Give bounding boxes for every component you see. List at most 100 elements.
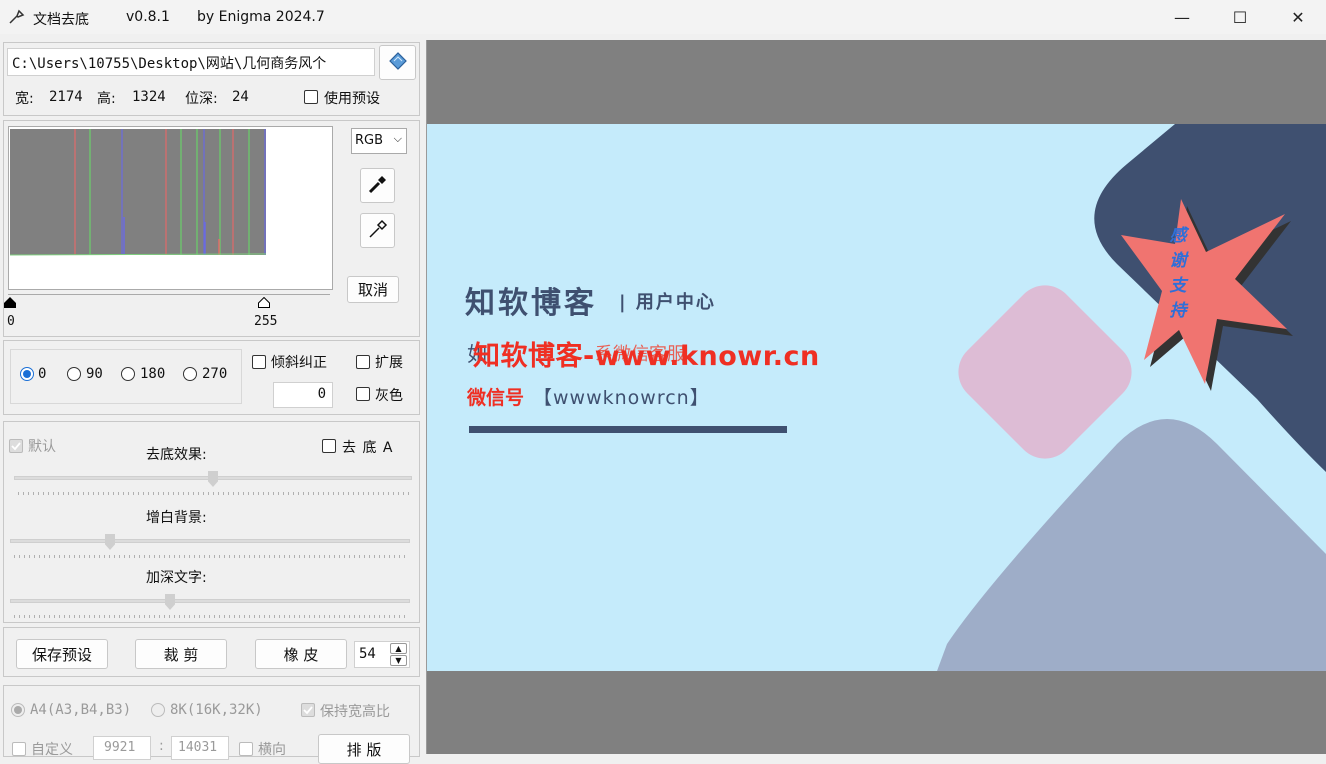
thanks-badge: 感谢支持: [1169, 226, 1187, 321]
close-icon: ✕: [1291, 7, 1305, 27]
whiten-label: 增白背景:: [146, 510, 207, 526]
height-label: 高:: [97, 91, 116, 107]
rotate-0-radio[interactable]: [20, 367, 34, 381]
arrow-up-icon: ▲: [395, 644, 402, 653]
rotation-group: 0 90 180 270 倾斜纠正 扩展 0 灰色: [3, 340, 420, 415]
file-group: C:\Users\10755\Desktop\网站\几何商务风个 宽: 2174…: [3, 42, 420, 116]
keep-ratio-checkbox[interactable]: [301, 703, 315, 717]
preview-brand: 知软博客: [465, 286, 597, 321]
spin-down-button[interactable]: ▼: [390, 655, 407, 666]
control-panel: C:\Users\10755\Desktop\网站\几何商务风个 宽: 2174…: [0, 40, 425, 764]
file-path-input[interactable]: C:\Users\10755\Desktop\网站\几何商务风个: [7, 48, 375, 76]
white-point-handle[interactable]: [258, 296, 270, 308]
8k-radio[interactable]: [151, 703, 165, 717]
eyedropper-filled-icon: [367, 173, 389, 199]
layout-button[interactable]: 排 版: [318, 734, 410, 764]
spin-up-button[interactable]: ▲: [390, 643, 407, 654]
rotate-180-radio[interactable]: [121, 367, 135, 381]
paper-group: A4(A3,B4,B3) 8K(16K,32K) 保持宽高比 自定义 9921 …: [3, 685, 420, 764]
arrow-down-icon: ▼: [395, 656, 402, 665]
effects-group: 默认 去底效果: 去 底 A 增白背景: 加深文字:: [3, 421, 420, 623]
height-value: 1324: [132, 89, 166, 105]
wechat-label: 微信号: [467, 387, 525, 409]
actions-group: 保存预设 裁 剪 橡 皮 54 ▲ ▼: [3, 627, 420, 677]
8k-label: 8K(16K,32K): [170, 702, 263, 718]
darken-slider[interactable]: [10, 599, 410, 603]
custom-height-input[interactable]: 14031: [171, 736, 229, 760]
eraser-size-value: 54: [359, 646, 376, 662]
a4-label: A4(A3,B4,B3): [30, 702, 132, 718]
width-label: 宽:: [15, 91, 34, 107]
levels-track: [8, 294, 330, 295]
remove-bg-thumb[interactable]: [208, 471, 218, 487]
app-icon: [8, 8, 26, 26]
eraser-button[interactable]: 橡 皮: [255, 639, 347, 669]
eyedropper-outline-icon: [367, 218, 389, 244]
rotate-180-label: 180: [140, 366, 166, 382]
width-value: 2174: [49, 89, 83, 105]
angle-input[interactable]: 0: [273, 382, 333, 408]
rotate-90-label: 90: [86, 366, 103, 382]
custom-sep: :: [159, 738, 164, 754]
levels-max: 255: [254, 314, 278, 329]
title-bar: 文档去底 v0.8.1 by Enigma 2024.7 — ☐ ✕: [0, 0, 1326, 34]
use-preset-checkbox[interactable]: [304, 90, 318, 104]
whiten-slider[interactable]: [10, 539, 410, 543]
minimize-button[interactable]: —: [1153, 0, 1211, 34]
darken-label: 加深文字:: [146, 570, 207, 586]
rotate-270-label: 270: [202, 366, 228, 382]
channel-value: RGB: [355, 133, 384, 148]
app-author: by Enigma 2024.7: [197, 9, 325, 25]
minimize-icon: —: [1174, 7, 1190, 27]
maximize-icon: ☐: [1232, 7, 1248, 27]
default-checkbox[interactable]: [9, 439, 23, 453]
open-file-button[interactable]: [379, 45, 416, 80]
pick-black-button[interactable]: [360, 168, 395, 203]
remove-bg-ticks: [18, 492, 410, 495]
default-label: 默认: [28, 439, 56, 455]
watermark-overlay: 知软博客-www.knowr.cn: [473, 341, 820, 372]
save-preset-label: 保存预设: [31, 645, 92, 664]
remove-bg-a-label: 去 底 A: [342, 440, 394, 456]
histogram-chart: [8, 126, 333, 290]
cancel-button[interactable]: 取消: [347, 276, 399, 303]
darken-thumb[interactable]: [165, 594, 175, 610]
wechat-value: 【wwwknowrcn】: [533, 387, 710, 409]
eraser-label: 橡 皮: [283, 645, 319, 664]
channel-select[interactable]: RGB ⌵: [351, 128, 407, 154]
remove-bg-a-checkbox[interactable]: [322, 439, 336, 453]
rotate-0-label: 0: [38, 366, 47, 382]
crop-label: 裁 剪: [163, 645, 199, 664]
preview-image: 感谢支持 知软博客 | 用户中心 如 系微信客服 知软博客-www.knowr.…: [427, 124, 1326, 671]
depth-value: 24: [232, 89, 249, 105]
preview-subtitle: | 用户中心: [619, 292, 716, 313]
black-point-handle[interactable]: [4, 296, 16, 308]
a4-radio[interactable]: [11, 703, 25, 717]
app-title: 文档去底: [33, 12, 89, 28]
pick-white-button[interactable]: [360, 213, 395, 248]
remove-bg-label: 去底效果:: [146, 447, 207, 463]
app-version: v0.8.1: [126, 9, 170, 25]
whiten-ticks: [14, 555, 408, 558]
rotate-270-radio[interactable]: [183, 367, 197, 381]
crop-button[interactable]: 裁 剪: [135, 639, 227, 669]
levels-min: 0: [7, 314, 15, 329]
close-button[interactable]: ✕: [1269, 0, 1326, 34]
layout-label: 排 版: [346, 740, 382, 759]
histogram-group: RGB ⌵ 取消 0 255: [3, 120, 420, 337]
darken-ticks: [14, 615, 408, 618]
deskew-label: 倾斜纠正: [271, 355, 327, 371]
deskew-checkbox[interactable]: [252, 355, 266, 369]
expand-label: 扩展: [375, 355, 403, 371]
keep-ratio-label: 保持宽高比: [320, 704, 390, 720]
maximize-button[interactable]: ☐: [1211, 0, 1269, 34]
open-file-icon: [386, 49, 410, 77]
custom-label: 自定义: [31, 742, 73, 758]
gray-checkbox[interactable]: [356, 387, 370, 401]
rotate-90-radio[interactable]: [67, 367, 81, 381]
whiten-thumb[interactable]: [105, 534, 115, 550]
gray-label: 灰色: [375, 388, 403, 404]
expand-checkbox[interactable]: [356, 355, 370, 369]
save-preset-button[interactable]: 保存预设: [16, 639, 108, 669]
custom-width-input[interactable]: 9921: [93, 736, 151, 760]
